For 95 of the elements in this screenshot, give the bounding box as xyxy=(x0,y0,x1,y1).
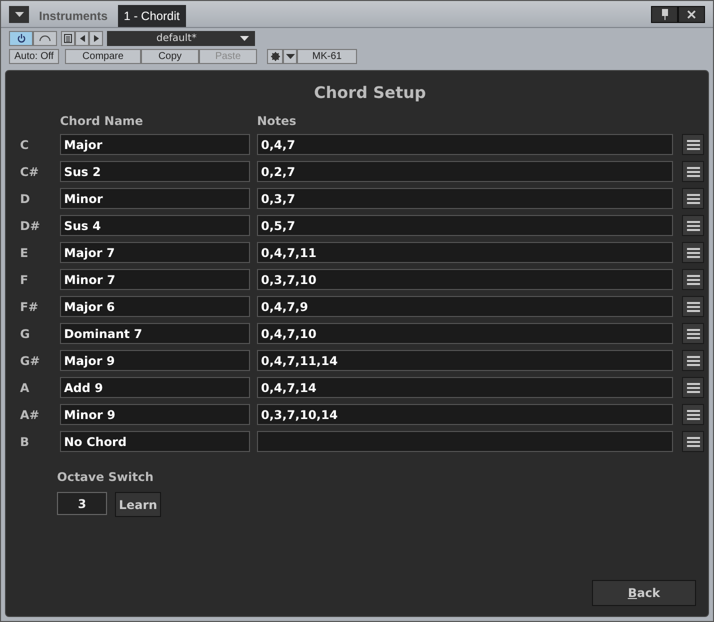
notes-field[interactable]: 0,4,7,10 xyxy=(257,323,673,344)
menu-icon xyxy=(686,248,700,258)
chord-name-field[interactable]: Major xyxy=(60,134,250,155)
pin-icon xyxy=(660,9,668,20)
menu-button[interactable] xyxy=(682,215,704,236)
chord-name-field[interactable]: Dominant 7 xyxy=(60,323,250,344)
caret-icon xyxy=(286,54,294,58)
toolbar-button[interactable]: Copy xyxy=(141,48,199,64)
caret-icon xyxy=(240,36,249,40)
tab[interactable]: Instruments xyxy=(33,5,114,27)
dropdown-button[interactable] xyxy=(283,48,297,64)
notes-field[interactable]: 0,4,7,14 xyxy=(257,377,673,398)
menu-icon xyxy=(686,274,700,284)
list-button[interactable] xyxy=(61,30,75,46)
menu-button[interactable] xyxy=(682,404,704,425)
learn-button[interactable]: Learn xyxy=(115,492,161,517)
tab[interactable]: 1 - Chordit xyxy=(118,5,186,27)
key-label: A# xyxy=(20,408,40,422)
close-icon xyxy=(687,10,696,19)
column-header: Chord Name xyxy=(60,114,144,128)
menu-icon xyxy=(686,356,700,366)
menu-button[interactable] xyxy=(682,296,704,317)
menu-icon xyxy=(686,140,700,150)
chord-name-field[interactable]: Sus 4 xyxy=(60,215,250,236)
chord-name-field[interactable]: No Chord xyxy=(60,431,250,452)
pin-button[interactable] xyxy=(651,6,678,23)
notes-field[interactable]: 0,2,7 xyxy=(257,161,673,182)
previous-button[interactable] xyxy=(75,30,89,46)
menu-button[interactable] xyxy=(682,188,704,209)
list-icon xyxy=(64,34,72,42)
menu-icon xyxy=(686,302,700,312)
close-button[interactable] xyxy=(678,6,705,23)
settings-button[interactable] xyxy=(267,48,283,64)
menu-icon xyxy=(686,220,700,230)
notes-field[interactable]: 0,4,7,11,14 xyxy=(257,350,673,371)
octave-field[interactable]: 3 xyxy=(57,492,107,515)
menu-button[interactable] xyxy=(682,323,704,344)
key-label: A xyxy=(20,380,30,394)
menu-icon xyxy=(686,166,700,176)
menu-icon xyxy=(686,194,700,204)
right-arrow-icon xyxy=(94,34,98,42)
next-button[interactable] xyxy=(89,30,103,46)
caret-icon xyxy=(14,12,24,17)
chord-name-field[interactable]: Major 9 xyxy=(60,350,250,371)
notes-field[interactable]: 0,5,7 xyxy=(257,215,673,236)
column-header: Notes xyxy=(257,114,298,128)
device-button[interactable]: MK-61 xyxy=(297,48,357,64)
menu-button[interactable] xyxy=(682,431,704,452)
key-label: D# xyxy=(20,218,42,232)
left-arrow-icon xyxy=(80,34,84,42)
menu-button[interactable] xyxy=(682,269,704,290)
notes-field[interactable] xyxy=(257,431,673,452)
menu-button[interactable] xyxy=(682,242,704,263)
menu-icon xyxy=(686,382,700,392)
key-label: F# xyxy=(20,300,40,314)
menu-icon xyxy=(686,436,700,446)
notes-field[interactable]: 0,3,7 xyxy=(257,188,673,209)
key-label: G# xyxy=(20,354,41,368)
chord-name-field[interactable]: Minor 9 xyxy=(60,404,250,425)
key-label: F xyxy=(20,272,30,286)
chord-name-field[interactable]: Minor 7 xyxy=(60,269,250,290)
notes-field[interactable]: 0,3,7,10 xyxy=(257,269,673,290)
menu-button[interactable] xyxy=(682,350,704,371)
menu-icon xyxy=(686,410,700,420)
preset-dropdown[interactable]: default* xyxy=(107,30,255,46)
back-button[interactable]: Back xyxy=(592,580,696,606)
arc-icon xyxy=(39,35,51,41)
settings-icon xyxy=(270,52,280,60)
dropdown-button[interactable] xyxy=(9,6,29,23)
menu-button[interactable] xyxy=(682,134,704,155)
toolbar-button[interactable]: Compare xyxy=(65,48,141,64)
key-label: C xyxy=(20,138,30,152)
key-label: E xyxy=(20,246,30,260)
chord-name-field[interactable]: Minor xyxy=(60,188,250,209)
chord-name-field[interactable]: Add 9 xyxy=(60,377,250,398)
menu-icon xyxy=(686,328,700,338)
menu-button[interactable] xyxy=(682,161,704,182)
chord-name-field[interactable]: Sus 2 xyxy=(60,161,250,182)
chord-name-field[interactable]: Major 7 xyxy=(60,242,250,263)
automation-button[interactable]: Auto: Off xyxy=(9,48,59,64)
notes-field[interactable]: 0,4,7 xyxy=(257,134,673,155)
power-button[interactable] xyxy=(9,30,33,46)
notes-field[interactable]: 0,3,7,10,14 xyxy=(257,404,673,425)
octave-label: Octave Switch xyxy=(57,470,155,484)
notes-field[interactable]: 0,4,7,11 xyxy=(257,242,673,263)
monitor-button[interactable] xyxy=(33,30,57,46)
chord-name-field[interactable]: Major 6 xyxy=(60,296,250,317)
key-label: C# xyxy=(20,164,40,178)
power-icon xyxy=(16,34,26,42)
panel-title: Chord Setup xyxy=(313,83,426,102)
notes-field[interactable]: 0,4,7,9 xyxy=(257,296,673,317)
key-label: G xyxy=(20,326,31,340)
key-label: B xyxy=(20,434,30,448)
menu-button[interactable] xyxy=(682,377,704,398)
key-label: D xyxy=(20,192,31,206)
